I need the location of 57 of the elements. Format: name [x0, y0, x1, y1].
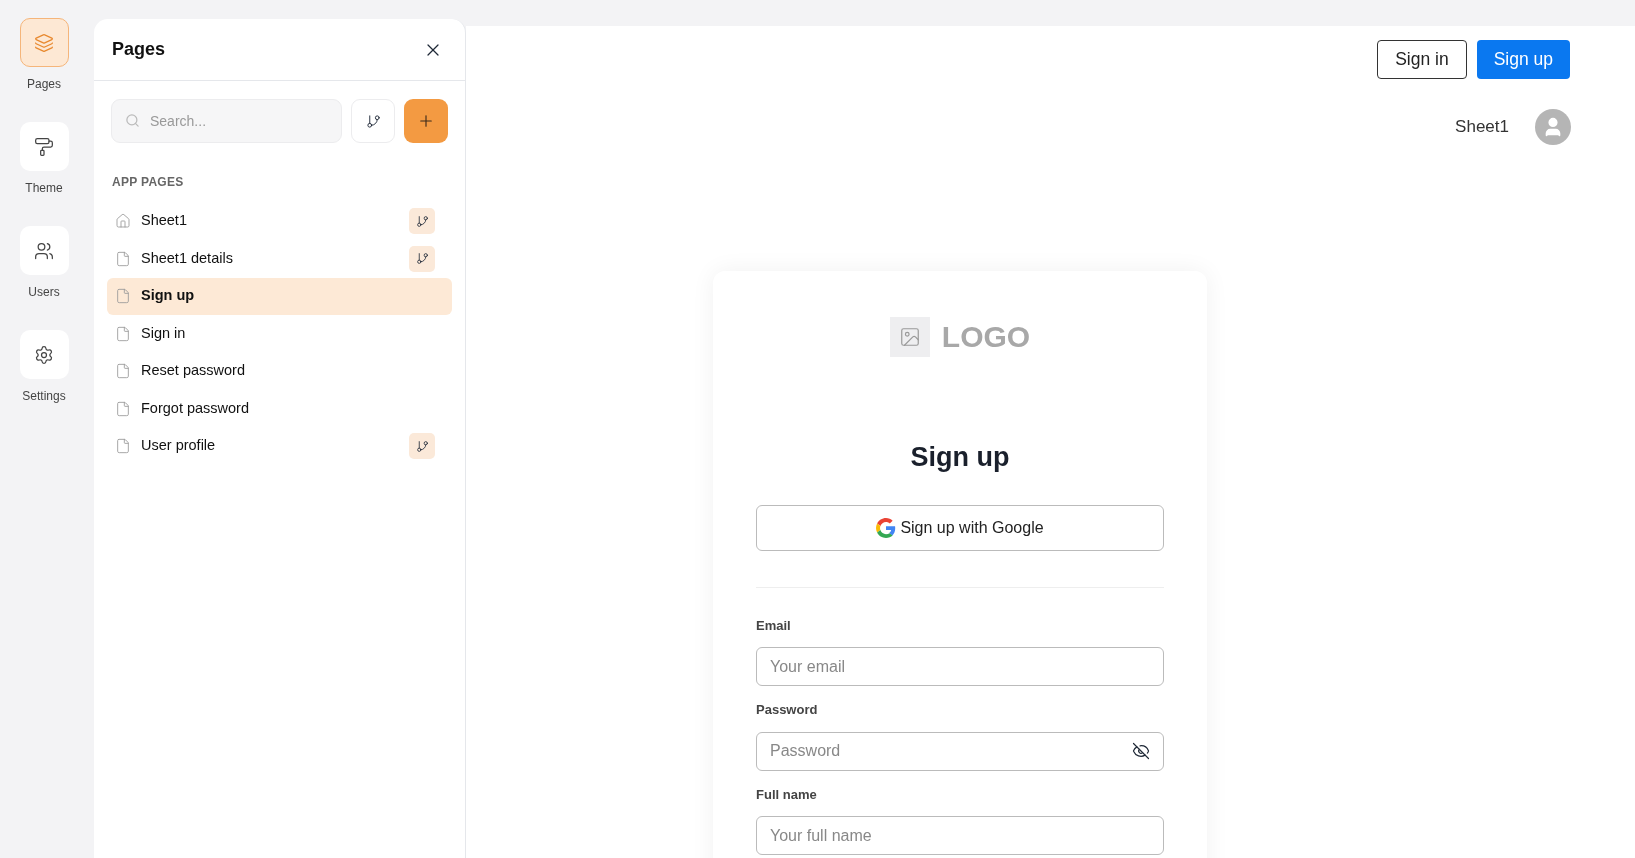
- page-label: Sign up: [141, 286, 196, 306]
- branch-icon: [415, 439, 429, 453]
- page-item[interactable]: Sheet1 details: [107, 240, 452, 277]
- form-title: Sign up: [910, 441, 1010, 474]
- page-label: Sign in: [141, 323, 187, 343]
- page-label: Sheet1: [141, 211, 188, 231]
- file-icon: [115, 250, 131, 267]
- file-icon: [115, 400, 131, 417]
- page-item[interactable]: Forgot password: [107, 390, 452, 427]
- layers-icon: [34, 32, 54, 53]
- rail-label: Settings: [22, 388, 66, 405]
- rail-button[interactable]: [19, 330, 69, 379]
- search-field[interactable]: Search...: [111, 99, 343, 143]
- file-icon: [115, 363, 131, 380]
- page-item[interactable]: User profile: [107, 428, 452, 465]
- sign-in-button[interactable]: Sign in: [1377, 40, 1467, 79]
- rail-label: Users: [28, 284, 60, 301]
- user-name: Sheet1: [1455, 116, 1509, 139]
- branch-button[interactable]: [351, 99, 396, 143]
- branch-icon: [365, 113, 381, 129]
- branch-icon: [415, 214, 429, 228]
- google-icon: [876, 517, 897, 538]
- page-item[interactable]: Sign in: [107, 315, 452, 352]
- page-item[interactable]: Sheet1: [107, 203, 452, 240]
- input-field[interactable]: Your full name: [756, 816, 1164, 855]
- users-icon: [34, 240, 54, 261]
- rail-label: Pages: [27, 76, 61, 93]
- page-label: Forgot password: [141, 398, 250, 418]
- image-icon: [889, 316, 930, 357]
- field-label: Email: [756, 616, 792, 635]
- page-label: Sheet1 details: [141, 248, 234, 268]
- file-icon: [115, 325, 131, 342]
- rail-button[interactable]: [19, 122, 69, 171]
- page-label: User profile: [141, 436, 217, 456]
- add-button[interactable]: [404, 99, 448, 143]
- rail-label: Theme: [25, 180, 63, 197]
- section-heading: APP PAGES: [111, 174, 185, 191]
- page-item[interactable]: Sign up: [107, 278, 452, 315]
- google-button[interactable]: Sign up with Google: [756, 504, 1164, 551]
- rail-button[interactable]: [19, 226, 69, 275]
- search-icon: [125, 113, 140, 128]
- eye-off-icon[interactable]: [1132, 741, 1150, 760]
- page-label: Reset password: [141, 361, 246, 381]
- paint-roller-icon: [34, 136, 54, 157]
- sign-up-button[interactable]: Sign up: [1476, 40, 1570, 79]
- page-item[interactable]: Reset password: [107, 353, 452, 390]
- password-field[interactable]: Password: [756, 731, 1164, 771]
- gear-icon: [34, 344, 54, 365]
- input-field[interactable]: Your email: [756, 647, 1164, 686]
- branch-icon: [415, 252, 429, 266]
- file-icon: [115, 288, 131, 305]
- house-icon: [115, 213, 131, 230]
- panel-title: Pages: [112, 38, 166, 61]
- file-icon: [115, 438, 131, 455]
- logo-text: LOGO: [941, 319, 1031, 355]
- field-label: Full name: [756, 785, 818, 804]
- field-label: Password: [756, 701, 819, 719]
